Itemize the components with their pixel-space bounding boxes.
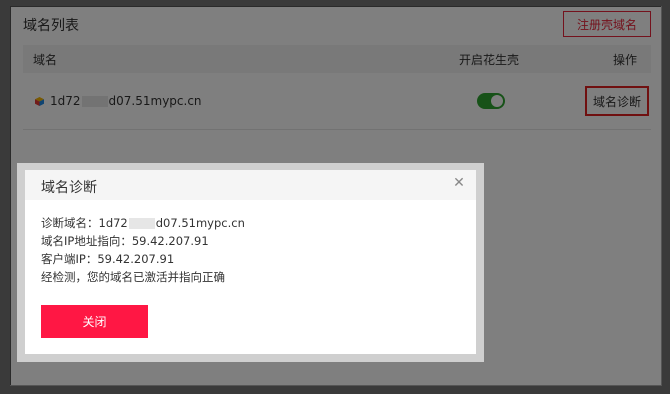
dialog-header: 域名诊断 ✕ [25, 170, 476, 200]
close-icon[interactable]: ✕ [452, 176, 466, 190]
client-ip-line: 客户端IP：59.42.207.91 [41, 252, 175, 266]
close-button[interactable]: 关闭 [41, 305, 148, 338]
dialog-body: 诊断域名：1d72 d07.51mypc.cn 域名IP地址指向：59.42.20… [25, 200, 476, 286]
result-line: 经检测，您的域名已激活并指向正确 [41, 270, 225, 284]
diagnose-dialog: 域名诊断 ✕ 诊断域名：1d72 d07.51mypc.cn 域名IP地址指向：5… [25, 170, 476, 354]
dialog-title: 域名诊断 [41, 180, 97, 196]
ip-pointing-line: 域名IP地址指向：59.42.207.91 [41, 234, 209, 248]
redacted-segment [128, 218, 155, 229]
diagnose-domain-line: 诊断域名：1d72 d07.51mypc.cn [41, 216, 245, 230]
